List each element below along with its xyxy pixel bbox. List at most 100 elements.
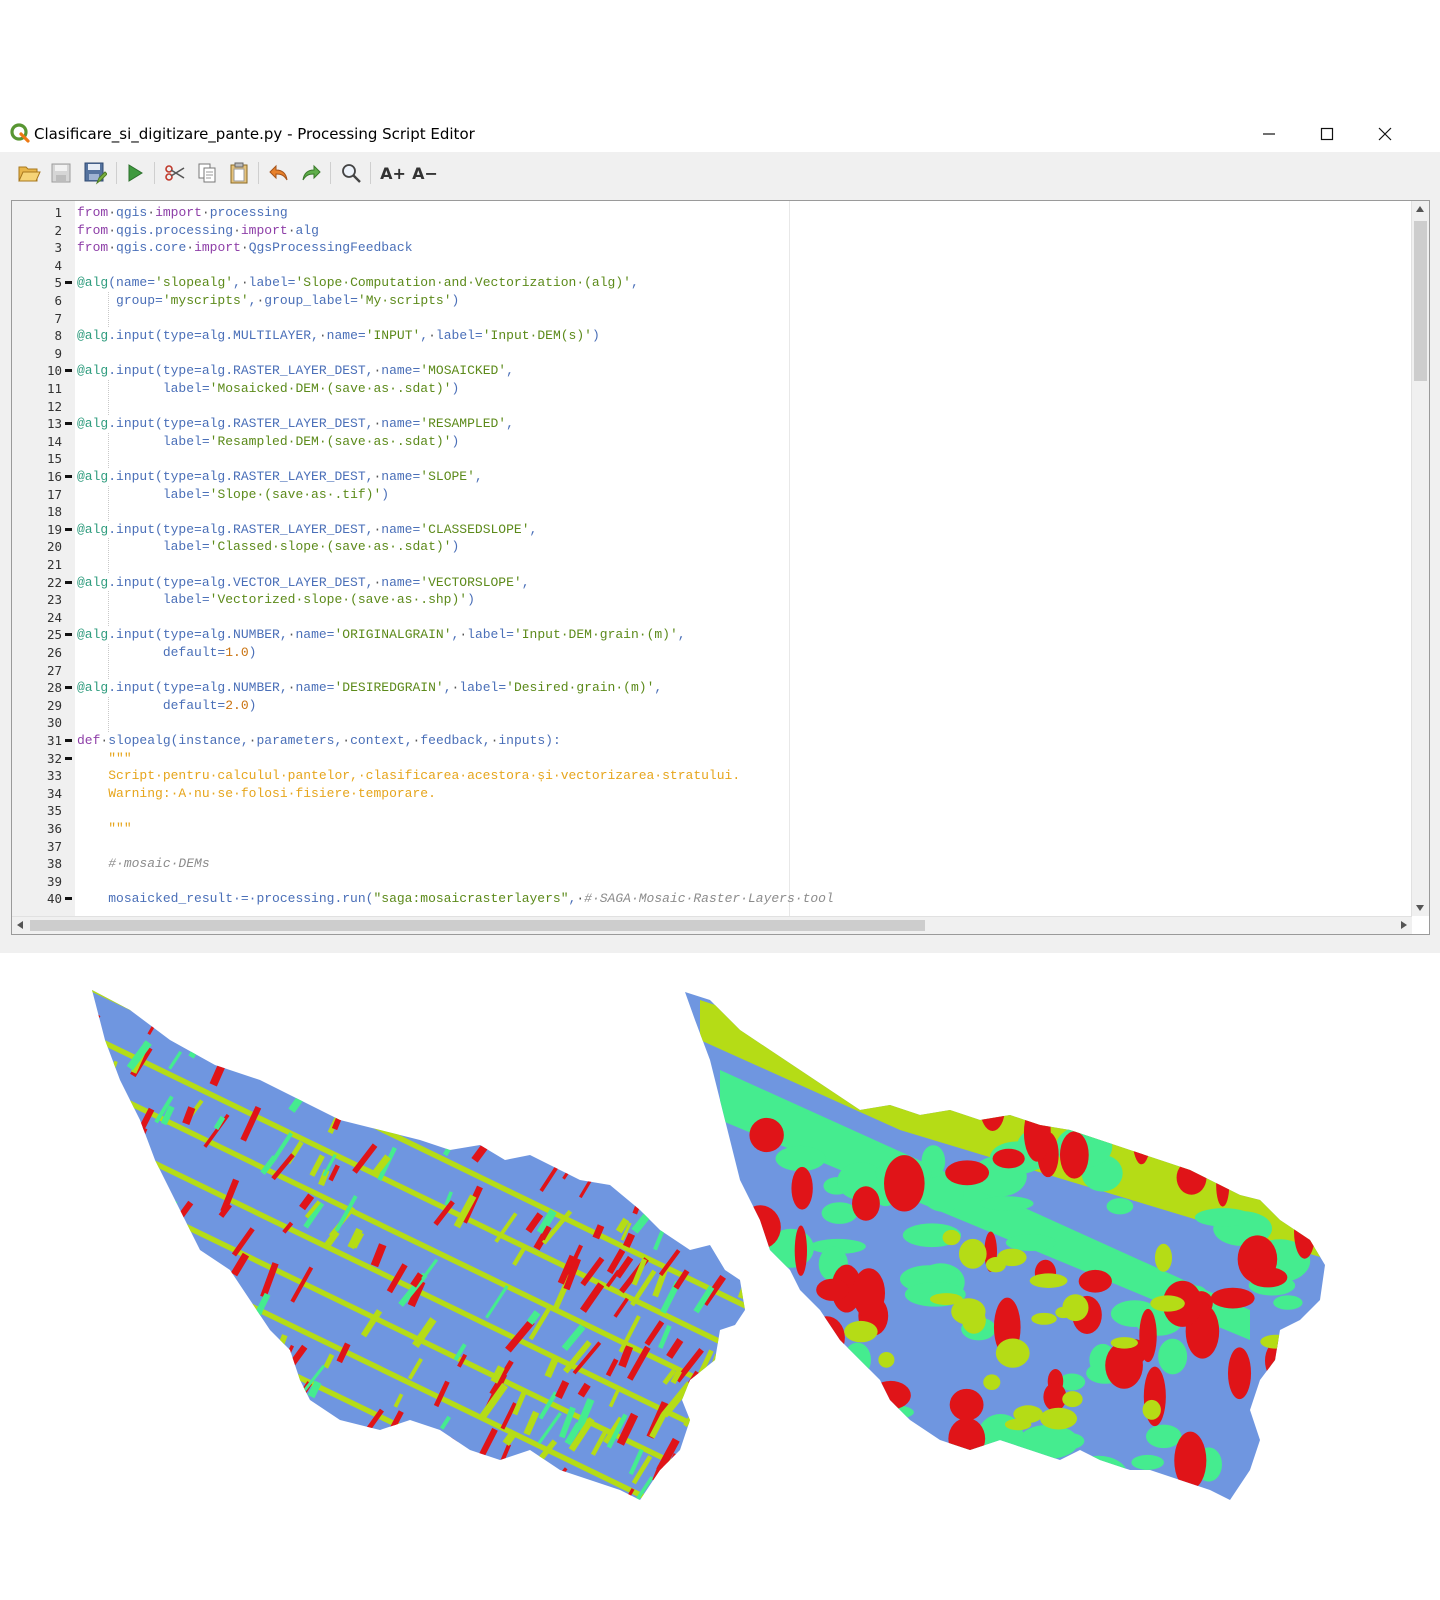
line-number: 25 (46, 627, 62, 643)
map-pixel-patch (278, 1344, 295, 1374)
redo-button[interactable] (298, 160, 324, 186)
map-class-patch (1142, 1399, 1161, 1420)
map-class-patch (816, 1432, 871, 1468)
map-pixel-patch (156, 1369, 175, 1404)
fold-marker-icon[interactable] (65, 686, 72, 690)
increase-font-button[interactable]: A+ (378, 160, 408, 186)
fold-marker-icon[interactable] (65, 422, 72, 426)
code-token: qgis (116, 205, 148, 220)
line-number: 20 (46, 539, 62, 555)
vertical-scroll-thumb[interactable] (1414, 221, 1427, 381)
map-pixel-patch (509, 1043, 530, 1079)
line-number: 3 (54, 240, 62, 256)
map-pixel-patch (141, 1211, 169, 1247)
undo-button[interactable] (266, 160, 292, 186)
decrease-font-button[interactable]: A− (410, 160, 440, 186)
paste-button[interactable] (226, 160, 252, 186)
fold-marker-icon[interactable] (65, 897, 72, 901)
scroll-left-icon[interactable] (17, 921, 23, 929)
run-script-button[interactable] (122, 160, 148, 186)
code-line: Script·pentru·calculul·pantelor,·clasifi… (77, 767, 740, 785)
minimize-button[interactable] (1240, 118, 1298, 148)
line-number: 32 (46, 750, 62, 766)
code-line: group='myscripts',·group_label='My·scrip… (77, 292, 459, 310)
map-pixel-patch (97, 1056, 108, 1071)
map-pixel-patch (92, 1104, 100, 1119)
map-pixel-patch (711, 1439, 723, 1456)
map-class-patch (776, 1349, 799, 1410)
map-class-patch (1260, 1334, 1292, 1349)
fold-marker-icon[interactable] (65, 756, 72, 760)
indent-guide (108, 485, 109, 521)
save-as-icon (84, 162, 107, 185)
map-pixel-patch (331, 1093, 350, 1118)
save-script-button[interactable] (48, 160, 74, 186)
map-class-patch (1281, 1171, 1316, 1218)
copy-button[interactable] (194, 160, 220, 186)
close-button[interactable] (1356, 118, 1414, 148)
code-token: label= (162, 592, 210, 608)
indent-guide (108, 432, 109, 468)
save-script-as-button[interactable] (82, 160, 108, 186)
open-script-button[interactable] (16, 160, 42, 186)
map-class-patch (948, 1417, 986, 1460)
slope-map-generalized (685, 992, 1325, 1500)
horizontal-scrollbar[interactable] (12, 916, 1412, 934)
code-line: """ (77, 820, 131, 838)
code-token: ) (591, 328, 600, 344)
indent-guide (108, 380, 109, 416)
code-token: · (108, 205, 117, 220)
code-token: .input(type=alg.RASTER_LAYER_DEST, (108, 521, 374, 537)
map-pixel-patch (703, 1430, 721, 1453)
fold-marker-icon[interactable] (65, 281, 72, 285)
line-number: 31 (46, 733, 62, 748)
code-editor[interactable]: 1 2 3 4 5 6 7 8 9 10 11 12 13 14 15 16 17 18 19 20 21 22 23 24 2… (11, 200, 1430, 935)
code-area[interactable]: from·qgis·import·processing from·qgis.pro… (75, 201, 1406, 916)
horizontal-scroll-thumb[interactable] (30, 920, 925, 931)
code-token: , (506, 416, 514, 432)
map-pixel-patch (603, 1044, 626, 1080)
line-number: 36 (46, 821, 62, 836)
fold-marker-icon[interactable] (65, 633, 72, 637)
code-token: 'RESAMPLED' (420, 416, 507, 432)
scroll-right-icon[interactable] (1401, 921, 1407, 929)
cut-button[interactable] (162, 160, 188, 186)
line-number: 9 (54, 345, 62, 361)
scroll-up-icon[interactable] (1416, 206, 1424, 212)
fold-marker-icon[interactable] (65, 369, 72, 373)
map-pixel-patch (231, 1489, 254, 1500)
code-token: , (233, 275, 241, 291)
map-pixel-patch (542, 1137, 557, 1161)
map-pixel-patch (92, 1107, 111, 1137)
toolbar: A+ A− (0, 152, 1440, 192)
line-number: 30 (46, 715, 62, 731)
map-pixel-patch (92, 1281, 105, 1308)
map-class-patch (1025, 1463, 1088, 1477)
fold-marker-icon[interactable] (65, 527, 72, 531)
line-number: 7 (54, 310, 62, 326)
map-pixel-patch (92, 1276, 115, 1313)
code-token: processing (209, 205, 288, 220)
scroll-down-icon[interactable] (1416, 905, 1424, 911)
map-pixel-patch (648, 1023, 660, 1045)
fold-marker-icon[interactable] (65, 475, 72, 478)
code-token: default= (162, 645, 226, 660)
fold-marker-icon[interactable] (65, 580, 72, 584)
map-pixel-patch (418, 1076, 434, 1099)
line-number: 1 (54, 205, 62, 220)
paste-icon (230, 162, 248, 184)
maximize-button[interactable] (1298, 118, 1356, 148)
map-pixel-patch (466, 1110, 485, 1133)
map-class-patch (1059, 1131, 1089, 1179)
map-class-patch (983, 1374, 1001, 1391)
vertical-scrollbar[interactable] (1411, 201, 1429, 916)
code-token: qgis.processing (116, 222, 234, 238)
fold-marker-icon[interactable] (65, 739, 72, 742)
map-class-patch (1273, 992, 1287, 1033)
map-class-patch (1185, 1089, 1226, 1125)
map-class-patch (1176, 1160, 1207, 1195)
map-class-patch (881, 1415, 904, 1460)
code-token: 'ORIGINALGRAIN' (334, 627, 452, 643)
find-replace-button[interactable] (338, 160, 364, 186)
map-pixel-patch (208, 1365, 228, 1396)
